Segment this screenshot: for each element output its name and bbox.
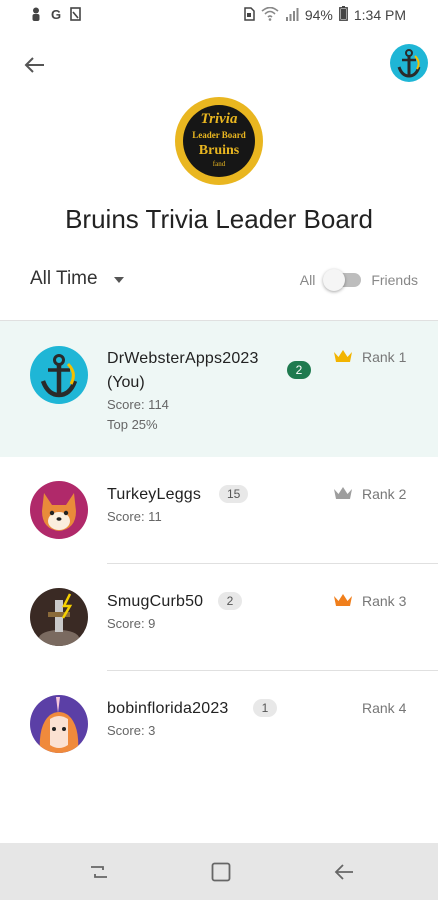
shiba-dog-icon bbox=[42, 493, 76, 531]
crown-icon bbox=[334, 594, 352, 606]
toggle-thumb bbox=[323, 269, 346, 291]
back-arrow-icon bbox=[334, 864, 353, 880]
games-count-badge: 2 bbox=[287, 361, 311, 379]
anchor-icon bbox=[397, 49, 421, 78]
sim-icon bbox=[243, 6, 255, 24]
you-label: (You) bbox=[107, 374, 145, 391]
score-text: Score: 11 bbox=[107, 509, 162, 524]
rank-label: Rank 1 bbox=[362, 349, 407, 365]
avatar bbox=[30, 346, 88, 404]
unicorn-icon bbox=[39, 697, 79, 753]
divider bbox=[107, 563, 438, 564]
recent-apps-icon bbox=[91, 866, 107, 878]
friends-toggle-switch[interactable] bbox=[323, 268, 363, 292]
rank-label: Rank 2 bbox=[362, 486, 407, 502]
divider bbox=[107, 670, 438, 671]
recent-apps-button[interactable] bbox=[87, 860, 111, 884]
status-bar: G 94% 1:34 PM bbox=[0, 0, 438, 32]
wifi-icon bbox=[261, 6, 279, 24]
toggle-label-all: All bbox=[299, 272, 316, 288]
avatar bbox=[30, 695, 88, 753]
avatar bbox=[30, 481, 88, 539]
score-text: Score: 3 bbox=[107, 723, 156, 738]
logo-line-1: Trivia bbox=[200, 111, 238, 127]
leaderboard-row-1[interactable]: DrWebsterApps2023 (You) 2 Score: 114 Top… bbox=[0, 321, 438, 457]
system-back-button[interactable] bbox=[332, 860, 356, 884]
percentile-text: Top 25% bbox=[107, 417, 158, 432]
toggle-label-friends: Friends bbox=[371, 272, 418, 288]
username: DrWebsterApps2023 bbox=[107, 350, 259, 367]
home-icon bbox=[211, 862, 231, 882]
arrow-left-icon bbox=[24, 57, 44, 73]
period-selected-value: All Time bbox=[30, 268, 98, 289]
status-left-icons: G bbox=[30, 7, 82, 23]
page-title: Bruins Trivia Leader Board bbox=[65, 204, 373, 234]
period-dropdown[interactable]: All Time bbox=[30, 268, 124, 290]
crown-icon bbox=[334, 350, 352, 362]
battery-icon bbox=[338, 6, 348, 24]
google-icon: G bbox=[50, 7, 62, 22]
logo-line-2: Leader Board bbox=[192, 130, 246, 140]
trivia-logo: Trivia Leader Board Bruins fand bbox=[175, 97, 263, 185]
score-text: Score: 9 bbox=[107, 616, 156, 631]
user-avatar-button[interactable] bbox=[390, 44, 428, 82]
username: TurkeyLeggs bbox=[107, 486, 202, 503]
clock-text: 1:34 PM bbox=[353, 7, 406, 23]
back-button[interactable] bbox=[20, 50, 50, 80]
leaderboard-row-3[interactable]: SmugCurb50 2 Score: 9 Rank 3 bbox=[0, 565, 438, 671]
logo-line-3: Bruins bbox=[198, 143, 240, 158]
rank-label: Rank 3 bbox=[362, 593, 407, 609]
rank-label: Rank 4 bbox=[362, 700, 407, 716]
games-count-badge: 2 bbox=[218, 592, 242, 610]
anchor-icon bbox=[40, 354, 78, 398]
system-nav-bar bbox=[0, 843, 438, 900]
battery-text: 94% bbox=[304, 7, 333, 23]
avatar bbox=[30, 588, 88, 646]
leaderboard-row-2[interactable]: TurkeyLeggs 15 Score: 11 Rank 2 bbox=[0, 458, 438, 564]
crown-icon bbox=[334, 487, 352, 499]
score-text: Score: 114 bbox=[107, 397, 169, 412]
games-count-badge: 15 bbox=[219, 485, 249, 503]
sword-icon bbox=[39, 593, 79, 646]
leaderboard-row-4[interactable]: bobinflorida2023 1 Score: 3 Rank 4 bbox=[0, 672, 438, 778]
person-icon bbox=[30, 7, 42, 23]
chevron-down-icon bbox=[113, 277, 124, 283]
games-count-badge: 1 bbox=[253, 699, 277, 717]
username: SmugCurb50 bbox=[107, 593, 204, 610]
blocked-image-icon bbox=[70, 7, 82, 23]
logo-line-4: fand bbox=[212, 160, 226, 168]
status-right: 94% 1:34 PM bbox=[243, 6, 406, 24]
username: bobinflorida2023 bbox=[107, 700, 229, 717]
home-button[interactable] bbox=[209, 860, 233, 884]
all-friends-toggle-row: All Friends bbox=[300, 268, 418, 292]
signal-icon bbox=[285, 7, 299, 24]
